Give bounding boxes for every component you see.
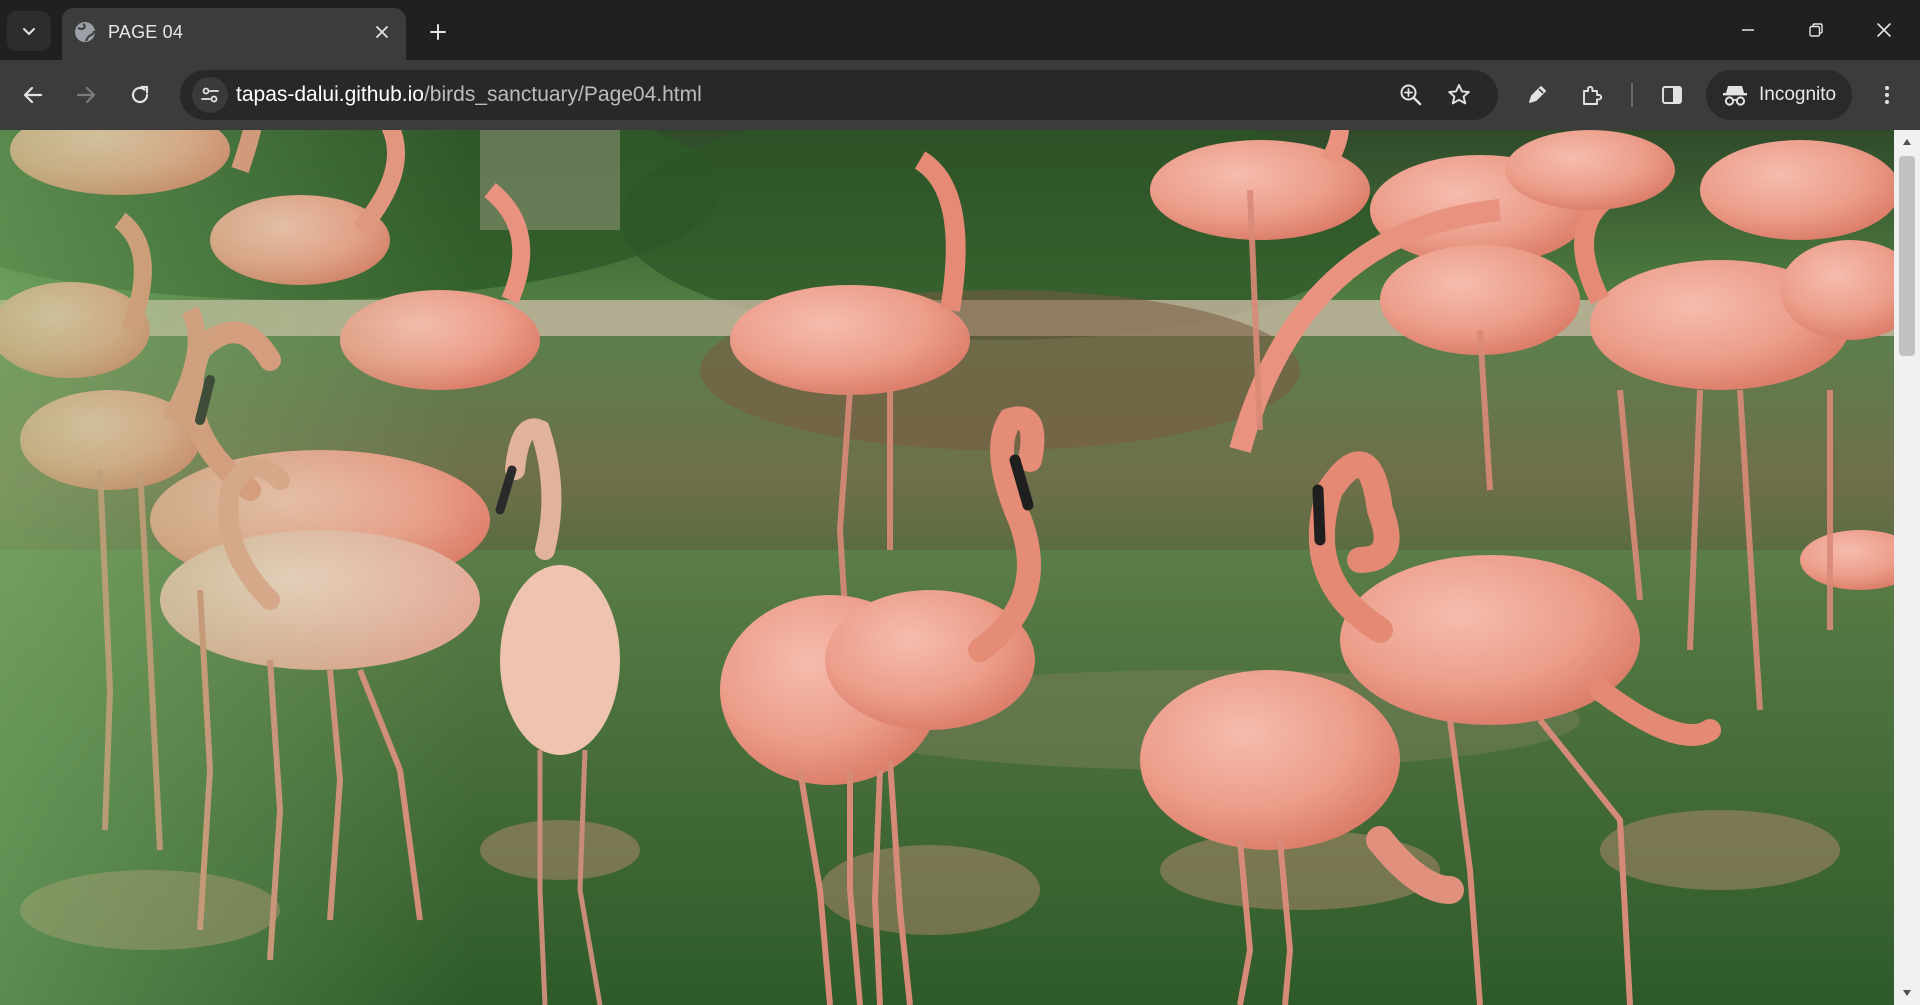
globe-icon [75, 22, 95, 42]
triangle-down-icon [1903, 990, 1911, 996]
page-content [0, 130, 1894, 1005]
address-bar[interactable]: tapas-dalui.github.io/birds_sanctuary/Pa… [180, 70, 1498, 120]
minimize-icon [1742, 29, 1754, 31]
url-path: /birds_sanctuary/Page04.html [423, 83, 702, 106]
toolbar-divider [1631, 83, 1633, 107]
vertical-scrollbar[interactable] [1894, 130, 1920, 1005]
browser-menu-button[interactable] [1866, 74, 1908, 116]
close-icon [1877, 23, 1891, 37]
scroll-down-button[interactable] [1900, 986, 1914, 1000]
restore-icon [1809, 23, 1823, 37]
triangle-up-icon [1903, 139, 1911, 145]
edit-page-button[interactable] [1516, 74, 1558, 116]
tab-search-button[interactable] [7, 11, 51, 51]
more-vertical-icon [1885, 86, 1889, 104]
side-panel-button[interactable] [1651, 74, 1693, 116]
close-window-button[interactable] [1852, 8, 1916, 52]
flamingo-photo [0, 130, 1894, 1005]
tab-title: PAGE 04 [108, 22, 184, 42]
new-tab-button[interactable] [420, 14, 456, 50]
site-info-button[interactable] [192, 77, 228, 113]
tab-strip: PAGE 04 [0, 0, 1920, 60]
reload-icon [131, 85, 149, 104]
tune-icon [201, 87, 219, 103]
zoom-icon[interactable] [1398, 82, 1424, 108]
incognito-label: Incognito [1759, 84, 1837, 105]
extensions-button[interactable] [1571, 74, 1613, 116]
pen-icon [1529, 86, 1546, 103]
active-tab[interactable]: PAGE 04 [62, 8, 406, 60]
puzzle-icon [1583, 85, 1603, 105]
arrow-left-icon [23, 86, 43, 104]
url-text[interactable]: tapas-dalui.github.io/birds_sanctuary/Pa… [236, 83, 702, 107]
scroll-up-button[interactable] [1900, 135, 1914, 149]
arrow-right-icon [76, 86, 96, 104]
incognito-profile-button[interactable]: Incognito [1706, 70, 1852, 120]
close-icon [376, 26, 388, 38]
side-panel-icon [1662, 86, 1682, 104]
chevron-down-icon [23, 28, 35, 35]
forward-button[interactable] [65, 74, 107, 116]
minimize-button[interactable] [1716, 8, 1780, 52]
restore-button[interactable] [1784, 8, 1848, 52]
scroll-thumb[interactable] [1899, 156, 1915, 356]
incognito-icon [1723, 86, 1747, 106]
plus-icon [430, 24, 446, 40]
url-host: tapas-dalui.github.io [236, 83, 424, 106]
bookmark-star-icon[interactable] [1446, 82, 1472, 108]
reload-button[interactable] [119, 74, 161, 116]
tab-close-button[interactable] [370, 20, 394, 44]
browser-toolbar: tapas-dalui.github.io/birds_sanctuary/Pa… [0, 60, 1920, 130]
back-button[interactable] [12, 74, 54, 116]
